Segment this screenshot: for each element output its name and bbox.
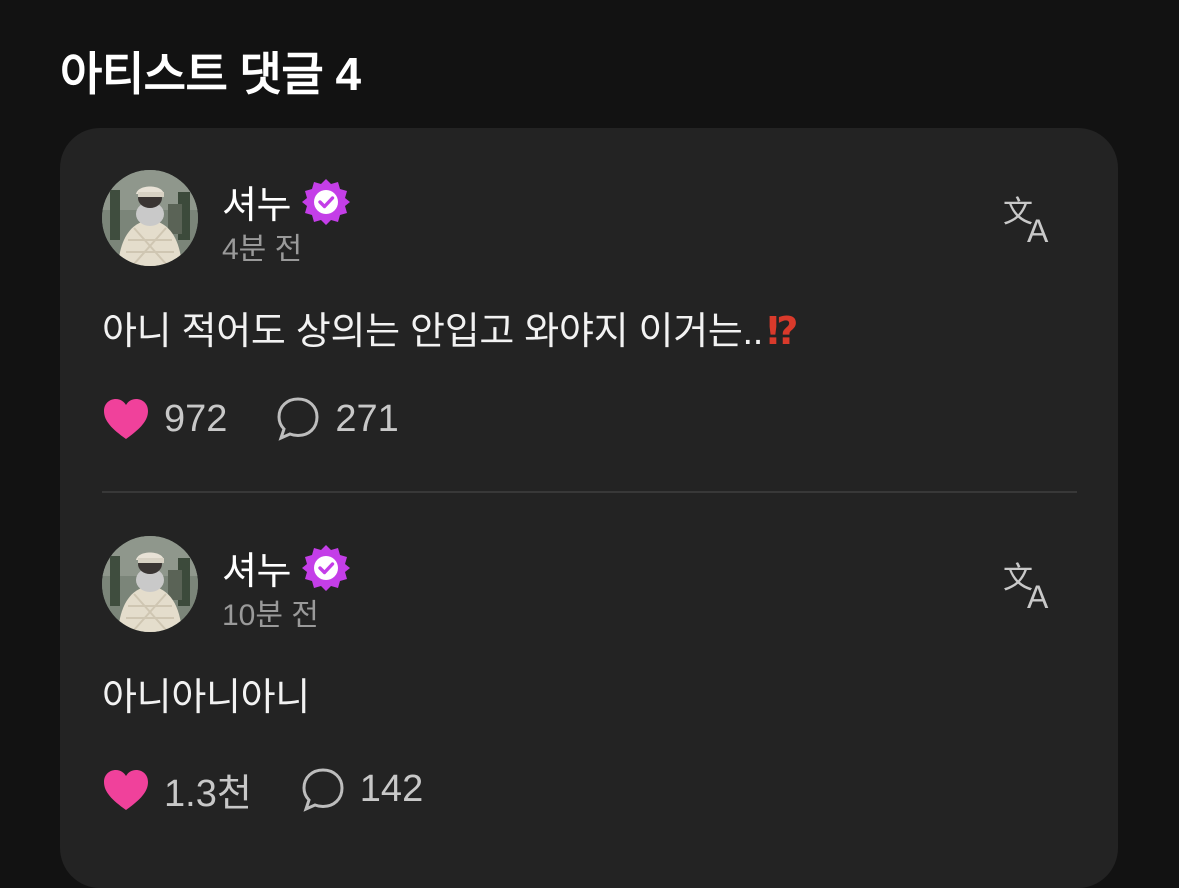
svg-text:A: A [1027, 579, 1049, 614]
reply-button[interactable]: 142 [300, 767, 423, 813]
comment-time: 10분 전 [222, 599, 319, 632]
avatar[interactable] [102, 170, 198, 266]
like-button[interactable]: 1.3천 [102, 762, 252, 817]
heart-icon [104, 769, 148, 810]
author-name[interactable]: 셔누 [222, 174, 291, 229]
reply-button[interactable]: 271 [275, 396, 399, 442]
comment-stats: 1.3천 142 [102, 762, 423, 817]
section-title: 아티스트 댓글 4 [60, 48, 361, 100]
reply-count: 271 [335, 397, 399, 440]
comment-stats: 972 271 [102, 396, 399, 442]
comment-body: 아니 적어도 상의는 안입고 와야지 이거는.. [102, 311, 764, 353]
reply-count: 142 [359, 768, 424, 810]
avatar[interactable] [102, 536, 198, 632]
speech-bubble-icon [277, 397, 319, 441]
translate-icon[interactable]: 文 A [1001, 558, 1057, 614]
svg-text:A: A [1027, 213, 1049, 248]
comment-time: 4분 전 [222, 233, 303, 266]
comment-body: 아니아니아니 [102, 677, 310, 719]
translate-icon[interactable]: 文 A [1001, 192, 1057, 248]
verified-badge-icon [301, 543, 351, 593]
like-count: 972 [164, 397, 228, 440]
like-count: 1.3천 [164, 773, 252, 815]
heart-icon [104, 399, 148, 439]
comment-text: 아니아니아니 [102, 666, 310, 721]
interrobang-emoji: ⁉ [767, 311, 798, 353]
author-name[interactable]: 셔누 [222, 540, 291, 595]
comment-divider [102, 491, 1077, 493]
comment-text: 아니 적어도 상의는 안입고 와야지 이거는.. ⁉ [102, 300, 798, 355]
artist-comments-card: 셔누 4분 전 文 A 아니 적어도 상의는 안입고 와야지 이거는.. ⁉ 9… [60, 128, 1118, 888]
speech-bubble-icon [302, 767, 344, 812]
verified-badge-icon [301, 177, 351, 227]
like-button[interactable]: 972 [102, 397, 227, 441]
